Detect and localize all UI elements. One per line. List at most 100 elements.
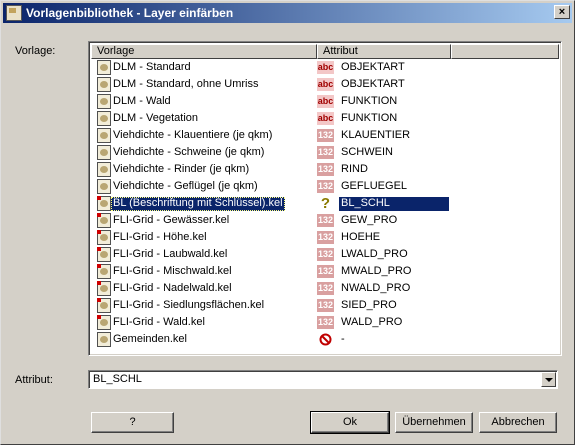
template-name: DLM - Standard, ohne Umriss [113,78,259,90]
template-name: Viehdichte - Schweine (je qkm) [113,146,265,158]
template-name: Viehdichte - Rinder (je qkm) [113,163,250,175]
list-item[interactable]: FLI-Grid - Höhe.kel 132 HOEHE [91,229,559,246]
attribute-name: SCHWEIN [341,146,393,158]
attribute-name: HOEHE [341,231,381,243]
cancel-button[interactable]: Abbrechen [479,412,557,433]
list-item[interactable]: Viehdichte - Rinder (je qkm) 132 RIND [91,161,559,178]
list-item[interactable]: FLI-Grid - Nadelwald.kel 132 NWALD_PRO [91,280,559,297]
attribute-name: OBJEKTART [341,78,405,90]
template-name: FLI-Grid - Nadelwald.kel [113,282,232,294]
numeric-type-icon: 132 [317,214,334,227]
layer-template-icon [97,332,111,347]
layer-template-icon [97,60,111,75]
column-header-attribut[interactable]: Attribut [317,44,451,59]
app-icon [6,5,22,21]
attribute-name: OBJEKTART [341,61,405,73]
list-item[interactable]: FLI-Grid - Siedlungsflächen.kel 132 SIED_P… [91,297,559,314]
template-name: BL (Beschriftung mit Schlüssel).kel [111,197,285,211]
layer-template-icon [97,77,111,92]
numeric-type-icon: 132 [317,282,334,295]
numeric-type-icon: 132 [317,163,334,176]
template-name: FLI-Grid - Laubwald.kel [113,248,228,260]
layer-template-icon [97,298,111,313]
ok-button[interactable]: Ok [310,411,390,434]
layer-template-icon [97,179,111,194]
numeric-type-icon: 132 [317,248,334,261]
no-attribute-icon [317,333,334,346]
layer-template-icon [97,315,111,330]
attribute-name: KLAUENTIER [341,129,411,141]
column-header-vorlage[interactable]: Vorlage [91,44,317,59]
apply-button[interactable]: Übernehmen [395,412,473,433]
attribute-name: - [341,333,345,345]
template-name: DLM - Standard [113,61,191,73]
list-item[interactable]: FLI-Grid - Wald.kel 132 WALD_PRO [91,314,559,331]
help-button[interactable]: ? [91,412,174,433]
layer-template-icon [97,247,111,262]
vorlage-label: Vorlage: [15,45,56,57]
list-item[interactable]: FLI-Grid - Gewässer.kel 132 GEW_PRO [91,212,559,229]
template-name: Gemeinden.kel [113,333,187,345]
template-name: DLM - Wald [113,95,171,107]
attribute-name: LWALD_PRO [341,248,408,260]
layer-template-icon [97,94,111,109]
template-name: Viehdichte - Geflügel (je qkm) [113,180,258,192]
attribute-name: WALD_PRO [341,316,403,328]
attribute-name: SIED_PRO [341,299,397,311]
attribut-select-value: BL_SCHL [93,373,142,385]
window-title: Vorlagenbibliothek - Layer einfärben [26,6,234,20]
layer-template-icon [97,162,111,177]
numeric-type-icon: 132 [317,299,334,312]
text-type-icon: abc [317,61,334,74]
template-name: FLI-Grid - Mischwald.kel [113,265,232,277]
list-body: DLM - Standard abc OBJEKTART DLM - Standard… [91,59,559,348]
template-name: FLI-Grid - Siedlungsflächen.kel [113,299,265,311]
list-item[interactable]: BL (Beschriftung mit Schlüssel).kel? BL_S… [91,195,559,212]
text-type-icon: abc [317,95,334,108]
dialog-window: Vorlagenbibliothek - Layer einfärben × V… [0,0,575,445]
layer-template-icon [97,281,111,296]
list-item[interactable]: Viehdichte - Klauentiere (je qkm) 132 KLAU… [91,127,559,144]
numeric-type-icon: 132 [317,316,334,329]
attribute-name: FUNKTION [341,112,398,124]
template-name: FLI-Grid - Gewässer.kel [113,214,230,226]
attribut-select[interactable]: BL_SCHL [88,370,558,389]
layer-template-icon [97,264,111,279]
numeric-type-icon: 132 [317,265,334,278]
list-item[interactable]: DLM - Standard abc OBJEKTART [91,59,559,76]
unknown-type-icon: ? [320,195,331,212]
layer-template-icon [97,196,111,211]
text-type-icon: abc [317,112,334,125]
attribute-name: RIND [341,163,368,175]
layer-template-icon [97,213,111,228]
attribut-label: Attribut: [15,374,53,386]
list-header: Vorlage Attribut [91,44,559,59]
template-name: DLM - Vegetation [113,112,198,124]
title-bar[interactable]: Vorlagenbibliothek - Layer einfärben × [3,3,572,23]
layer-template-icon [97,111,111,126]
list-item[interactable]: DLM - Vegetation abc FUNKTION [91,110,559,127]
chevron-down-icon[interactable] [541,372,556,387]
list-item[interactable]: Gemeinden.kel - [91,331,559,348]
close-button[interactable]: × [554,5,570,19]
attribute-name: NWALD_PRO [341,282,411,294]
attribute-name: MWALD_PRO [341,265,412,277]
layer-template-icon [97,145,111,160]
numeric-type-icon: 132 [317,180,334,193]
list-item[interactable]: DLM - Wald abc FUNKTION [91,93,559,110]
attribute-name: BL_SCHL [339,197,449,211]
layer-template-icon [97,230,111,245]
list-item[interactable]: Viehdichte - Schweine (je qkm) 132 SCHWEIN [91,144,559,161]
template-list[interactable]: Vorlage Attribut DLM - Standard abc OBJEKT… [88,41,562,356]
attribute-name: FUNKTION [341,95,398,107]
list-item[interactable]: FLI-Grid - Laubwald.kel 132 LWALD_PRO [91,246,559,263]
layer-template-icon [97,128,111,143]
list-item[interactable]: FLI-Grid - Mischwald.kel 132 MWALD_PRO [91,263,559,280]
list-item[interactable]: DLM - Standard, ohne Umriss abc OBJEKTART [91,76,559,93]
template-name: FLI-Grid - Höhe.kel [113,231,207,243]
attribute-name: GEW_PRO [341,214,398,226]
list-item[interactable]: Viehdichte - Geflügel (je qkm) 132 GEFLUEG… [91,178,559,195]
template-name: Viehdichte - Klauentiere (je qkm) [113,129,273,141]
template-name: FLI-Grid - Wald.kel [113,316,205,328]
column-header-filler [451,44,559,59]
